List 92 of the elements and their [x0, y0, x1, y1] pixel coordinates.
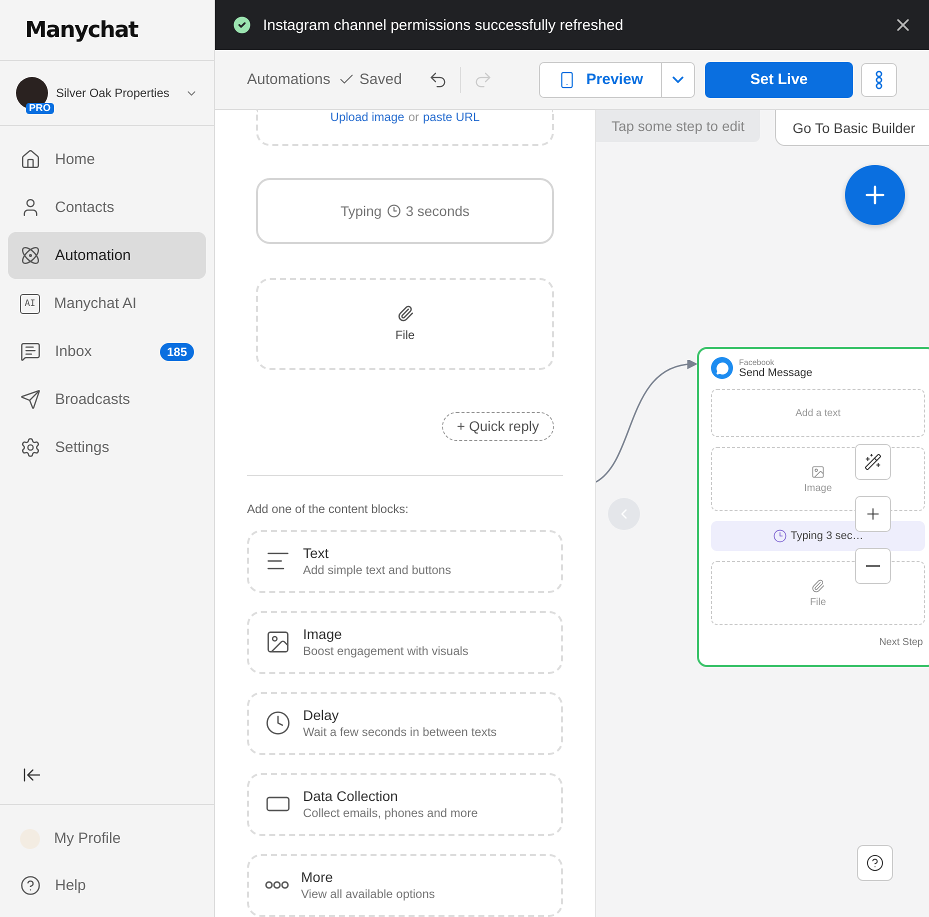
image-icon — [811, 464, 825, 478]
toast-message: Instagram channel permissions successfully refreshed — [263, 16, 624, 34]
nav-item[interactable]: Broadcasts — [8, 376, 206, 423]
next-step-label: Next Step — [879, 637, 923, 648]
breadcrumb-link[interactable]: Automations — [247, 71, 330, 88]
content-block-option[interactable]: Delay Wait a few seconds in between texts — [247, 692, 563, 755]
node-block-label: Typing 3 sec… — [790, 530, 864, 542]
block-title: Data Collection — [303, 788, 399, 804]
block-description: Add simple text and buttons — [303, 563, 452, 578]
chat-bubble-icon — [20, 341, 41, 362]
magic-wand-icon — [864, 453, 882, 471]
typing-label: Typing — [340, 202, 382, 219]
typing-duration: 3 seconds — [406, 202, 470, 219]
basic-builder-button[interactable]: Go To Basic Builder — [775, 110, 929, 146]
block-title: Text — [303, 545, 330, 562]
canvas-hint: Tap some step to edit — [596, 110, 760, 142]
nav-label: Manychat AI — [54, 295, 138, 312]
file-label: File — [395, 328, 415, 342]
nav-label: Contacts — [55, 199, 116, 216]
node-title: Send Message — [739, 366, 812, 378]
nav-label: Home — [55, 151, 96, 168]
more-vertical-icon — [875, 70, 883, 90]
node-block-label: Add a text — [795, 408, 841, 418]
block-description: Wait a few seconds in between texts — [303, 725, 497, 740]
message-node[interactable]: Facebook Send Message Add a text Image Typing 3 sec… File Next Step — [697, 347, 929, 667]
file-block[interactable]: File — [256, 278, 554, 370]
block-title: Delay — [303, 707, 340, 724]
help-icon — [20, 875, 41, 896]
redo-icon — [472, 70, 493, 90]
count-badge: 185 — [160, 342, 194, 360]
help-button[interactable] — [857, 845, 893, 881]
clock-icon — [386, 204, 401, 218]
content-block-option[interactable]: Image Boost engagement with visuals — [247, 610, 563, 674]
nav-item[interactable]: Home — [8, 136, 206, 183]
paper-plane-icon — [20, 389, 41, 410]
atom-icon — [20, 245, 41, 266]
messenger-icon — [711, 357, 733, 379]
node-block[interactable]: Add a text — [711, 389, 925, 437]
nav-item[interactable]: AI Manychat AI — [8, 280, 206, 327]
paste-url-link[interactable]: paste URL — [423, 110, 480, 144]
node-block-label: Image — [804, 482, 832, 494]
check-circle-icon — [231, 14, 253, 36]
nav-label: Inbox — [55, 343, 93, 360]
block-title: More — [301, 869, 334, 886]
nav-label: Help — [55, 877, 87, 894]
block-title: Image — [303, 626, 343, 642]
nav-item[interactable]: Automation — [8, 232, 206, 279]
content-block-option[interactable]: Data Collection Collect emails, phones and more — [247, 772, 563, 836]
magic-wand-button[interactable] — [855, 444, 891, 480]
block-description: Collect emails, phones and more — [303, 806, 478, 820]
more-button[interactable] — [861, 62, 897, 96]
block-description: View all available options — [301, 887, 435, 902]
workspace-switcher[interactable]: PRO Silver Oak Properties — [0, 61, 214, 126]
logo: Manychat — [25, 18, 138, 42]
nav-label: Broadcasts — [55, 391, 132, 408]
nav-item[interactable]: Contacts — [8, 184, 206, 231]
plan-badge: PRO — [26, 103, 54, 114]
node-channel: Facebook — [739, 358, 776, 366]
or-text: or — [408, 110, 419, 126]
paperclip-icon — [396, 305, 414, 322]
nav-item[interactable]: Inbox 185 — [8, 328, 206, 375]
add-step-button[interactable] — [845, 165, 905, 225]
zoom-out-button[interactable] — [855, 548, 891, 584]
help-icon — [866, 854, 884, 872]
set-live-button[interactable]: Set Live — [705, 62, 853, 98]
nav-label: Automation — [55, 247, 132, 264]
content-block-option[interactable]: More View all available options — [247, 854, 563, 917]
nav-label: Settings — [55, 439, 110, 456]
chevron-down-icon — [672, 76, 684, 83]
image-upload-area[interactable]: Upload image or paste URL — [256, 110, 554, 146]
more-block-icon — [265, 881, 289, 890]
upload-link[interactable]: Upload image — [330, 110, 404, 144]
image-block-icon — [265, 629, 291, 656]
section-heading: Add one of the content blocks: — [247, 502, 410, 516]
delay-block-icon — [265, 710, 291, 736]
paperclip-icon — [811, 578, 825, 592]
nav-label: My Profile — [54, 830, 122, 847]
node-block-label: File — [810, 596, 826, 608]
nav-item[interactable]: Help — [8, 862, 206, 909]
quick-reply-button[interactable]: + Quick reply — [442, 412, 554, 442]
nav-item[interactable]: Settings — [8, 424, 206, 471]
save-status: Saved — [338, 71, 402, 88]
block-description: Boost engagement with visuals — [303, 644, 468, 658]
content-block-option[interactable]: Text Add simple text and buttons — [247, 530, 563, 593]
house-icon — [20, 149, 41, 170]
typing-block[interactable]: Typing 3 seconds — [256, 178, 554, 244]
nav-item[interactable]: My Profile — [8, 815, 206, 862]
ai-icon: AI — [20, 294, 40, 314]
node-block[interactable]: Typing 3 sec… — [711, 521, 925, 551]
workspace-name: Silver Oak Properties — [56, 86, 170, 100]
clock-icon — [772, 529, 787, 543]
settings-icon — [20, 437, 41, 458]
